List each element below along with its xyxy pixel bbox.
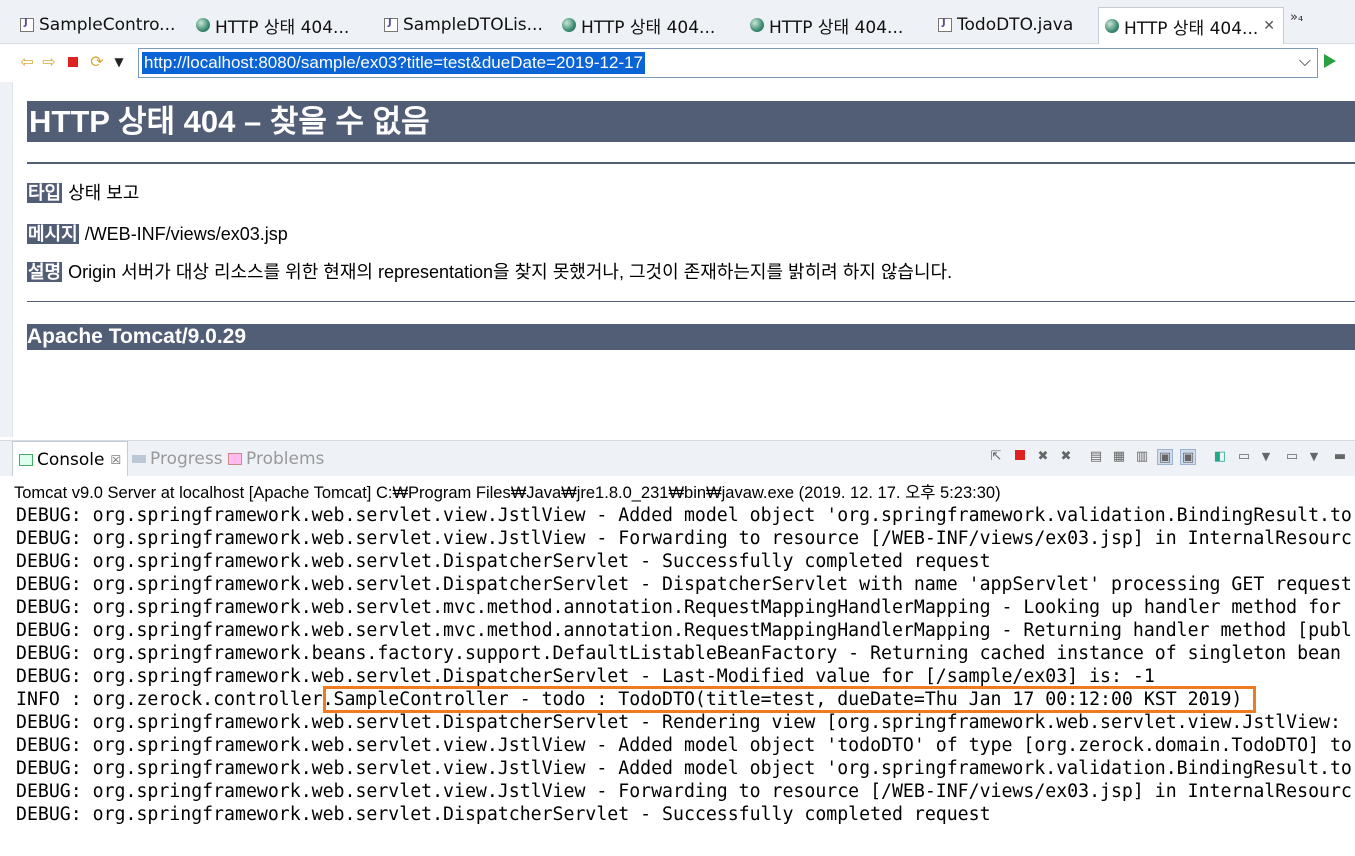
tab-progress[interactable]: Progress xyxy=(132,441,223,477)
globe-icon xyxy=(196,18,210,32)
problems-icon xyxy=(228,453,242,465)
message-value: /WEB-INF/views/ex03.jsp xyxy=(84,224,288,244)
scroll-lock-icon[interactable]: ▦ xyxy=(1111,449,1127,465)
browser-page: HTTP 상태 404 – 찾을 수 없음 타입 상태 보고 메시지/WEB-IN… xyxy=(12,82,1355,437)
tab-sample-dto-list[interactable]: SampleDTOLis... xyxy=(378,6,548,44)
log-line: DEBUG: org.springframework.web.servlet.v… xyxy=(16,758,1352,779)
log-line: DEBUG: org.springframework.web.servlet.v… xyxy=(16,528,1352,549)
display-console-icon[interactable]: ▭ xyxy=(1236,449,1252,465)
log-line: DEBUG: org.springframework.web.servlet.m… xyxy=(16,597,1341,618)
console-output[interactable]: Tomcat v9.0 Server at localhost [Apache … xyxy=(0,476,1355,856)
log-line: DEBUG: org.springframework.web.servlet.D… xyxy=(16,804,991,825)
console-icon xyxy=(19,453,33,466)
log-line: DEBUG: org.springframework.web.servlet.v… xyxy=(16,735,1352,756)
back-arrow-icon[interactable]: ⇦ xyxy=(18,53,36,71)
console-tab-bar: Console ☒ Progress Problems ⇱ ✖ ✖ ▤ ▦ ▥ … xyxy=(0,440,1355,477)
url-text[interactable]: http://localhost:8080/sample/ex03?title=… xyxy=(142,52,646,74)
highlight-annotation-box xyxy=(323,686,1256,713)
log-line: DEBUG: org.springframework.web.servlet.m… xyxy=(16,620,1352,641)
remove-all-icon[interactable]: ✖ xyxy=(1058,449,1074,465)
log-line: DEBUG: org.springframework.web.servlet.v… xyxy=(16,505,1352,526)
message-row: 메시지/WEB-INF/views/ex03.jsp xyxy=(27,223,288,245)
type-row: 타입 상태 보고 xyxy=(27,182,139,204)
tab-label: HTTP 상태 404... xyxy=(581,17,716,38)
log-line: DEBUG: org.springframework.web.servlet.D… xyxy=(16,574,1352,595)
log-line: DEBUG: org.springframework.web.servlet.D… xyxy=(16,712,1341,733)
refresh-icon[interactable]: ⟳ xyxy=(88,53,106,71)
tab-label: Console xyxy=(37,449,105,470)
forward-arrow-icon[interactable]: ⇨ xyxy=(40,53,58,71)
page-title: HTTP 상태 404 – 찾을 수 없음 xyxy=(27,101,1355,142)
description-value: Origin 서버가 대상 리소스를 위한 현재의 representation… xyxy=(68,262,953,282)
left-gutter xyxy=(0,82,12,437)
tab-label: Progress xyxy=(150,449,223,469)
tab-label: Problems xyxy=(246,449,325,469)
tab-label: SampleContro... xyxy=(39,15,176,35)
pin-icon[interactable]: ⇱ xyxy=(988,449,1004,465)
show-on-stdout-icon[interactable]: ▣ xyxy=(1157,449,1173,465)
tab-console[interactable]: Console ☒ xyxy=(12,441,129,477)
terminate-icon[interactable] xyxy=(1012,449,1028,465)
chevron-down-icon[interactable]: ▼ xyxy=(1306,449,1322,465)
tab-label: SampleDTOLis... xyxy=(403,15,543,35)
tab-problems[interactable]: Problems xyxy=(228,441,324,477)
close-icon[interactable]: ☒ xyxy=(111,453,122,467)
globe-icon xyxy=(750,18,764,32)
more-tabs-button[interactable]: »₄ xyxy=(1290,10,1303,25)
chevron-down-icon[interactable]: ▼ xyxy=(1258,449,1274,465)
clear-console-icon[interactable]: ▤ xyxy=(1088,449,1104,465)
stop-icon[interactable] xyxy=(64,53,82,71)
type-label: 타입 xyxy=(27,183,63,203)
java-file-icon xyxy=(384,17,398,32)
tab-label: HTTP 상태 404... xyxy=(769,17,904,38)
log-output[interactable]: DEBUG: org.springframework.web.servlet.v… xyxy=(16,504,1355,826)
divider xyxy=(27,301,1355,302)
tab-http-404-1[interactable]: HTTP 상태 404... xyxy=(190,6,370,44)
server-footer: Apache Tomcat/9.0.29 xyxy=(27,324,1355,350)
browser-toolbar: ⇦ ⇨ ⟳ ▼ http://localhost:8080/sample/ex0… xyxy=(0,44,1355,80)
console-title: Tomcat v9.0 Server at localhost [Apache … xyxy=(14,484,1001,502)
log-line: DEBUG: org.springframework.beans.factory… xyxy=(16,643,1341,664)
url-input[interactable]: http://localhost:8080/sample/ex03?title=… xyxy=(138,48,1318,78)
close-icon[interactable]: ✕ xyxy=(1263,18,1275,34)
tab-label: TodoDTO.java xyxy=(957,15,1074,35)
tab-http-404-3[interactable]: HTTP 상태 404... xyxy=(744,6,924,44)
description-row: 설명 Origin 서버가 대상 리소스를 위한 현재의 representati… xyxy=(27,261,952,283)
divider xyxy=(27,162,1355,164)
editor-tab-bar: SampleContro... HTTP 상태 404... SampleDTO… xyxy=(0,0,1355,44)
tab-todo-dto[interactable]: TodoDTO.java xyxy=(932,6,1092,44)
log-line: DEBUG: org.springframework.web.servlet.v… xyxy=(16,781,1352,802)
chevron-down-icon[interactable]: ⌵ xyxy=(1299,51,1311,71)
java-file-icon xyxy=(938,17,952,32)
globe-icon xyxy=(1105,19,1119,33)
tab-sample-controller[interactable]: SampleContro... xyxy=(14,6,184,44)
word-wrap-icon[interactable]: ▥ xyxy=(1134,449,1150,465)
show-on-stderr-icon[interactable]: ▣ xyxy=(1180,449,1196,465)
progress-icon xyxy=(132,455,146,463)
tab-http-404-2[interactable]: HTTP 상태 404... xyxy=(556,6,736,44)
type-value: 상태 보고 xyxy=(68,183,140,203)
log-line: DEBUG: org.springframework.web.servlet.D… xyxy=(16,666,1155,687)
minimize-icon[interactable]: ▬ xyxy=(1332,449,1348,465)
java-file-icon xyxy=(20,17,34,32)
remove-launch-icon[interactable]: ✖ xyxy=(1035,449,1051,465)
globe-icon xyxy=(562,18,576,32)
tab-label: HTTP 상태 404... xyxy=(215,17,350,38)
go-button[interactable] xyxy=(1324,54,1336,68)
pin-console-icon[interactable]: ◧ xyxy=(1212,449,1228,465)
open-console-icon[interactable]: ▭ xyxy=(1284,449,1300,465)
tab-http-404-active[interactable]: HTTP 상태 404... ✕ xyxy=(1098,7,1284,44)
log-line: DEBUG: org.springframework.web.servlet.D… xyxy=(16,551,991,572)
chevron-down-icon[interactable]: ▼ xyxy=(110,53,128,71)
description-label: 설명 xyxy=(27,262,63,282)
tab-label: HTTP 상태 404... xyxy=(1124,18,1259,39)
message-label: 메시지 xyxy=(27,224,79,244)
